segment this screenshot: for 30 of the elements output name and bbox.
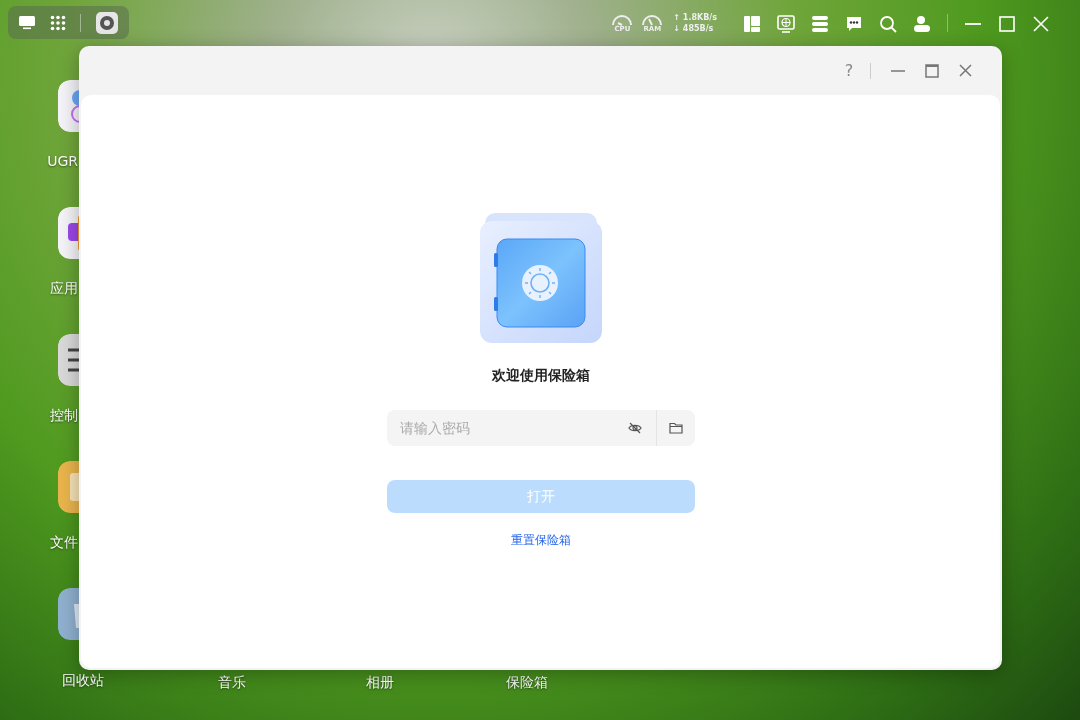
ram-gauge-icon <box>641 13 664 26</box>
app-label[interactable]: 文件 <box>50 532 78 553</box>
search-icon[interactable] <box>879 14 897 33</box>
app-label[interactable]: 保险箱 <box>506 672 548 693</box>
welcome-title: 欢迎使用保险箱 <box>491 366 590 385</box>
close-icon[interactable] <box>959 64 972 77</box>
desktop-icon[interactable] <box>18 15 36 30</box>
help-icon[interactable]: ? <box>838 58 860 83</box>
folder-icon[interactable] <box>668 422 683 434</box>
user-icon[interactable] <box>913 14 931 33</box>
server-icon[interactable] <box>811 14 829 33</box>
upload-speed: ↑ 1.8KB/s <box>673 12 717 23</box>
chat-icon[interactable] <box>845 14 863 33</box>
password-field[interactable]: 请输入密码 <box>386 410 695 446</box>
app-label[interactable]: 音乐 <box>218 672 246 693</box>
globe-monitor-icon[interactable] <box>777 14 795 33</box>
app-label[interactable]: 应用 <box>50 278 78 299</box>
vault-app-icon[interactable] <box>95 10 119 35</box>
app-grid-icon[interactable] <box>50 14 66 31</box>
app-label[interactable]: 回收站 <box>62 670 104 691</box>
download-speed: ↓ 485B/s <box>673 23 715 34</box>
eye-hidden-icon[interactable] <box>627 422 642 434</box>
app-label[interactable]: 相册 <box>366 672 394 693</box>
cpu-gauge-icon <box>611 13 634 26</box>
app-label[interactable]: UGR <box>47 151 78 172</box>
password-input[interactable]: 请输入密码 <box>386 416 628 440</box>
maximize-icon[interactable] <box>925 63 939 78</box>
widgets-icon[interactable] <box>743 14 761 33</box>
app-label[interactable]: 控制 <box>50 405 78 426</box>
reset-vault-link[interactable]: 重置保险箱 <box>510 531 571 549</box>
